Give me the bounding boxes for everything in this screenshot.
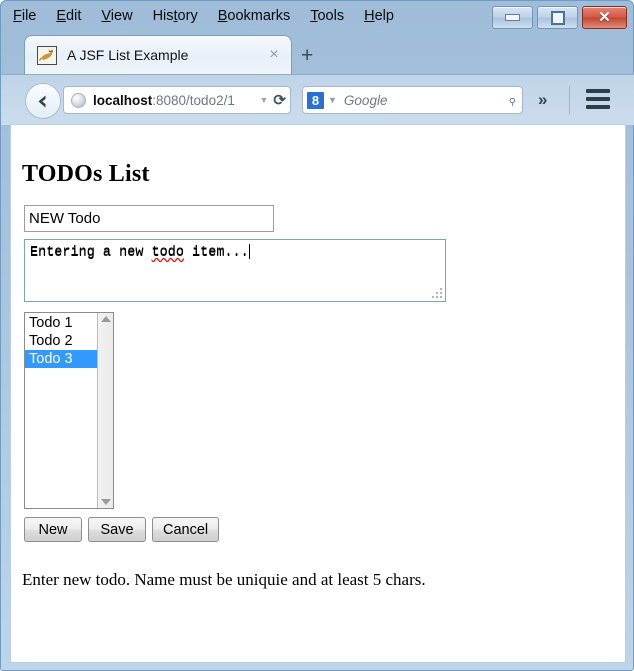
- menu-item-file[interactable]: File: [13, 8, 36, 24]
- menu-label-rest: dit: [66, 8, 82, 24]
- todo-list-options: Todo 1 Todo 2 Todo 3: [25, 313, 97, 508]
- overflow-chevrons-icon[interactable]: »: [538, 91, 547, 108]
- menu-label-rest: ile: [21, 8, 37, 24]
- menu-item-tools[interactable]: Tools: [310, 8, 344, 24]
- close-button[interactable]: ✕: [582, 6, 627, 29]
- minimize-icon: [505, 14, 520, 21]
- tab-jsf-list-example[interactable]: A JSF List Example ×: [24, 35, 292, 74]
- tomcat-cat-icon: [37, 45, 57, 65]
- menu-label-rest: elp: [374, 8, 394, 24]
- reload-icon[interactable]: ⟳: [273, 93, 286, 108]
- page-title: TODOs List: [22, 161, 150, 188]
- menu-accesskey: H: [364, 8, 375, 24]
- todo-description-textarea[interactable]: [24, 239, 446, 302]
- menu-item-bookmarks[interactable]: Bookmarks: [218, 8, 291, 24]
- list-item[interactable]: Todo 1: [25, 314, 97, 332]
- menu-label-start: His: [152, 8, 174, 24]
- globe-icon: [71, 92, 86, 108]
- menu-label-rest: ory: [177, 8, 198, 24]
- browser-window: File Edit View History Bookmarks Tools H…: [0, 0, 634, 671]
- menu-accesskey: B: [217, 8, 228, 24]
- hamburger-line: [586, 105, 610, 109]
- menu-accesskey: F: [13, 8, 22, 24]
- back-button[interactable]: [25, 83, 61, 119]
- list-item[interactable]: Todo 3: [25, 350, 97, 368]
- new-tab-button[interactable]: +: [301, 45, 313, 66]
- list-scrollbar[interactable]: [97, 313, 113, 508]
- search-bar[interactable]: 8 ▼ Google ⌕: [302, 86, 523, 114]
- menu-label-rest: iew: [110, 8, 133, 24]
- maximize-icon: [550, 10, 565, 25]
- save-button[interactable]: Save: [88, 517, 146, 542]
- scroll-down-icon[interactable]: [100, 499, 111, 505]
- todo-name-input[interactable]: [24, 205, 274, 232]
- scroll-up-icon[interactable]: [100, 316, 111, 322]
- search-input[interactable]: Google: [344, 93, 508, 108]
- back-arrow-icon: [38, 95, 45, 107]
- menu-item-view[interactable]: View: [101, 8, 132, 24]
- menu-item-edit[interactable]: Edit: [56, 8, 81, 24]
- hamburger-menu-icon[interactable]: [586, 89, 610, 109]
- list-item[interactable]: Todo 2: [25, 332, 97, 350]
- menu-item-help[interactable]: Help: [364, 8, 394, 24]
- google-logo-icon[interactable]: 8: [307, 91, 324, 109]
- hamburger-line: [586, 89, 610, 93]
- maximize-button[interactable]: [537, 6, 578, 29]
- form-hint-text: Enter new todo. Name must be uniquie and…: [22, 570, 426, 589]
- todo-list-box[interactable]: Todo 1 Todo 2 Todo 3: [24, 312, 114, 509]
- url-host: localhost: [93, 92, 153, 108]
- hamburger-line: [586, 97, 610, 101]
- url-text: localhost:8080/todo2/1: [93, 93, 255, 108]
- tab-strip: A JSF List Example × +: [1, 31, 634, 74]
- close-icon: ✕: [598, 9, 611, 26]
- menu-accesskey: V: [101, 8, 111, 24]
- chevron-down-icon[interactable]: ▼: [260, 95, 269, 105]
- menu-accesskey: E: [56, 8, 67, 24]
- chevron-down-icon[interactable]: ▼: [328, 95, 337, 105]
- menu-label-rest: ookmarks: [227, 8, 291, 24]
- menu-label-rest: ools: [317, 8, 345, 24]
- window-controls: ✕: [492, 6, 627, 29]
- form-button-row: New Save Cancel: [24, 517, 220, 542]
- url-path: :8080/todo2/1: [152, 92, 235, 108]
- minimize-button[interactable]: [492, 6, 533, 29]
- navigation-toolbar: localhost:8080/todo2/1 ▼ ⟳ 8 ▼ Google ⌕ …: [1, 74, 634, 125]
- cancel-button[interactable]: Cancel: [152, 517, 220, 542]
- url-bar[interactable]: localhost:8080/todo2/1 ▼ ⟳: [63, 86, 291, 114]
- tab-title: A JSF List Example: [67, 47, 189, 63]
- new-button[interactable]: New: [24, 517, 82, 542]
- tab-close-icon[interactable]: ×: [265, 47, 283, 63]
- page-viewport: TODOs List Entering a new todo item... T…: [10, 124, 626, 663]
- toolbar-separator: [569, 86, 570, 114]
- menu-item-history[interactable]: History: [153, 8, 198, 24]
- todo-description-field: Entering a new todo item...: [24, 239, 446, 302]
